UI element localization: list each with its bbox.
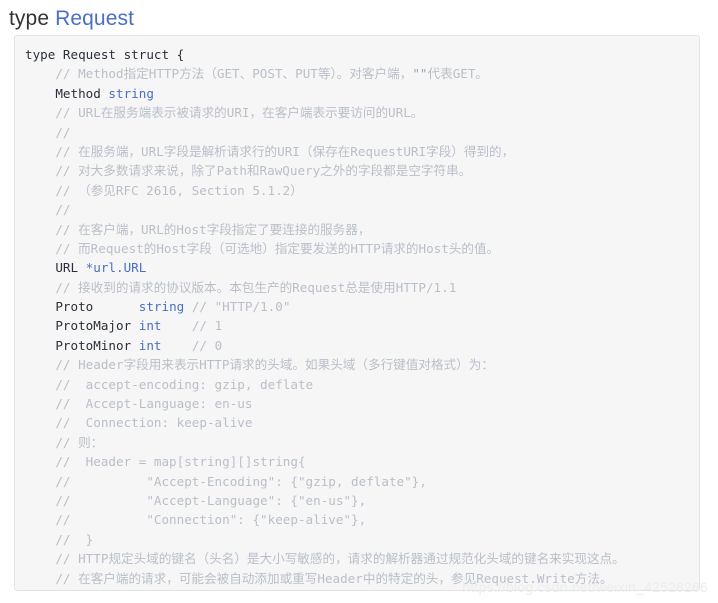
code-token: // "Accept-Language": {"en-us"},: [25, 492, 367, 508]
code-token: // 而Request的Host字段（可选地）指定要发送的HTTP请求的Host…: [25, 240, 500, 256]
code-line: // Connection: keep-alive: [25, 413, 699, 432]
code-token: // 则：: [25, 434, 104, 450]
code-token: //: [25, 202, 71, 218]
code-line: // Accept-Language: en-us: [25, 394, 699, 413]
code-token: // 接收到的请求的协议版本。本包生产的Request总是使用HTTP/1.1: [25, 279, 457, 295]
code-token: string: [108, 85, 154, 101]
code-line: // Method指定HTTP方法（GET、POST、PUT等）。对客户端，""…: [25, 64, 699, 83]
code-line: // （参见RFC 2616, Section 5.1.2）: [25, 181, 699, 200]
code-block: type Request struct { // Method指定HTTP方法（…: [14, 35, 700, 591]
code-token: ProtoMajor: [25, 318, 139, 334]
code-line: Method string: [25, 84, 699, 103]
code-token: // 在服务端，URL字段是解析请求行的URI（保存在RequestURI字段）…: [25, 143, 515, 159]
watermark: https://blog.csdn.net/weixin_42528266: [462, 579, 708, 595]
code-token: // 在客户端，URL的Host字段指定了要连接的服务器，: [25, 221, 371, 237]
code-token: ProtoMinor: [25, 337, 139, 353]
code-token: "": [412, 66, 428, 82]
code-token: // "Connection": {"keep-alive"},: [25, 512, 367, 528]
code-line: ProtoMajor int // 1: [25, 316, 699, 335]
code-token: Header: [108, 590, 154, 591]
code-line: // "Accept-Language": {"en-us"},: [25, 491, 699, 510]
code-token: string: [138, 299, 185, 315]
code-line: // 则：: [25, 433, 699, 452]
code-line: //: [25, 123, 699, 142]
code-line: // "Connection": {"keep-alive"},: [25, 510, 699, 529]
code-line: //: [25, 200, 699, 219]
code-token: int: [138, 318, 162, 334]
code-token: // 0: [191, 337, 223, 353]
code-token: // }: [25, 531, 94, 547]
code-token: // 对大多数请求来说，除了Path和RawQuery之外的字段都是空字符串。: [25, 163, 472, 179]
code-token: // "Accept-Encoding": {"gzip, deflate"},: [25, 473, 427, 489]
code-token: type Request struct {: [25, 47, 185, 62]
code-line: // Header = map[string][]string{: [25, 452, 699, 471]
code-line: // 对大多数请求来说，除了Path和RawQuery之外的字段都是空字符串。: [25, 161, 699, 180]
code-token: // Accept-Language: en-us: [25, 396, 253, 412]
page-title-type-link[interactable]: Request: [55, 7, 134, 30]
code-token: *url.URL: [85, 260, 147, 276]
code-line: // 接收到的请求的协议版本。本包生产的Request总是使用HTTP/1.1: [25, 278, 699, 297]
code-token: Method: [25, 85, 109, 101]
code-token: // （参见RFC 2616, Section 5.1.2）: [25, 182, 303, 198]
code-line: type Request struct {: [25, 45, 699, 64]
code-token: // Connection: keep-alive: [25, 415, 253, 431]
code-line: // }: [25, 530, 699, 549]
code-line: // "Accept-Encoding": {"gzip, deflate"},: [25, 472, 699, 491]
code-token: int: [138, 337, 162, 353]
code-line: URL *url.URL: [25, 258, 699, 277]
code-line: // accept-encoding: gzip, deflate: [25, 375, 699, 394]
code-token: URL: [25, 260, 86, 276]
code-line: // 而Request的Host字段（可选地）指定要发送的HTTP请求的Host…: [25, 239, 699, 258]
code-token: // Method指定HTTP方法（GET、POST、PUT等）。对客户端，: [25, 66, 413, 82]
code-line: // 在客户端，URL的Host字段指定了要连接的服务器，: [25, 220, 699, 239]
code-line: // Header字段用来表示HTTP请求的头域。如果头域（多行键值对格式）为：: [25, 355, 699, 374]
page-title: type Request: [0, 0, 718, 31]
code-token: // "HTTP/1.0": [191, 299, 291, 315]
code-token: // URL在服务端表示被请求的URI，在客户端表示要访问的URL。: [25, 105, 424, 121]
code-token: Proto: [25, 299, 139, 315]
code-line: // 在服务端，URL字段是解析请求行的URI（保存在RequestURI字段）…: [25, 142, 699, 161]
code-line: ProtoMinor int // 0: [25, 336, 699, 355]
code-token: // accept-encoding: gzip, deflate: [25, 376, 314, 392]
code-token: // Header字段用来表示HTTP请求的头域。如果头域（多行键值对格式）为：: [25, 357, 494, 373]
code-token: //: [25, 124, 71, 140]
code-line: Proto string // "HTTP/1.0": [25, 297, 699, 316]
code-token: // Header = map[string][]string{: [25, 454, 306, 470]
code-token: 代表GET。: [427, 66, 489, 82]
code-token: Header: [25, 590, 108, 591]
code-line: // HTTP规定头域的键名（头名）是大小写敏感的，请求的解析器通过规范化头域的…: [25, 549, 699, 568]
page-title-keyword: type: [9, 7, 50, 30]
code-content: type Request struct { // Method指定HTTP方法（…: [15, 36, 699, 591]
code-token: // 1: [191, 318, 223, 334]
code-token: // HTTP规定头域的键名（头名）是大小写敏感的，请求的解析器通过规范化头域的…: [25, 551, 625, 567]
code-line: // URL在服务端表示被请求的URI，在客户端表示要访问的URL。: [25, 103, 699, 122]
